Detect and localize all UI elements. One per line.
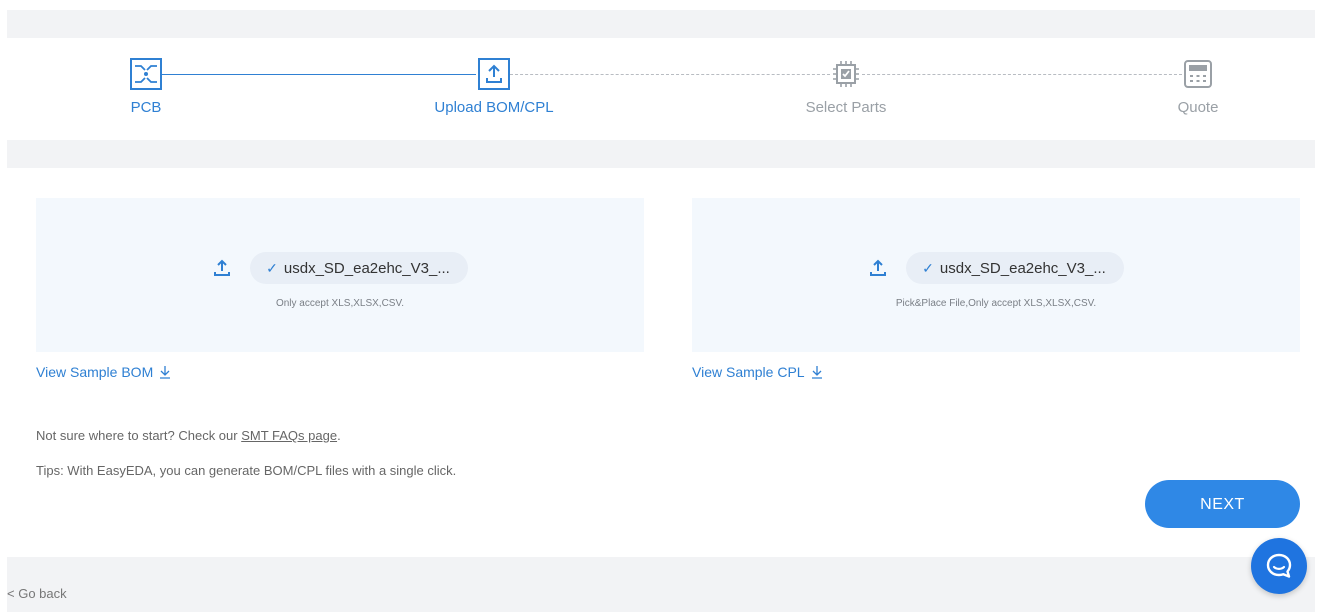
cpl-file-chip[interactable]: ✓ usdx_SD_ea2ehc_V3_... [906,252,1124,284]
order-stepper: PCB Upload BOM/CPL Select Parts Quote [7,38,1315,140]
bom-upload-area[interactable]: ✓ usdx_SD_ea2ehc_V3_... Only accept XLS,… [36,198,644,352]
step-select-parts[interactable]: Select Parts [746,38,946,116]
step-upload[interactable]: Upload BOM/CPL [394,38,594,116]
step-label: Quote [1177,99,1219,116]
bom-hint: Only accept XLS,XLSX,CSV. [275,298,405,309]
link-label: View Sample CPL [692,364,805,380]
pcb-icon [130,58,162,90]
step-quote[interactable]: Quote [1098,38,1298,116]
bom-file-name: usdx_SD_ea2ehc_V3_... [283,259,450,277]
calculator-icon [1184,60,1212,88]
view-sample-bom-link[interactable]: View Sample BOM [36,364,171,380]
mid-band [7,140,1315,168]
top-band [7,10,1315,38]
download-icon [811,366,822,379]
step-label: Upload BOM/CPL [434,99,554,116]
step-label: PCB [130,99,162,116]
upload-icon [478,58,510,90]
smt-faq-link[interactable]: SMT FAQs page [241,428,337,443]
go-back-link[interactable]: < Go back [7,586,67,601]
step-label: Select Parts [805,99,887,116]
cpl-upload-area[interactable]: ✓ usdx_SD_ea2ehc_V3_... Pick&Place File,… [692,198,1300,352]
chip-icon [833,61,859,87]
step-pcb[interactable]: PCB [46,38,246,116]
faq-text: Not sure where to start? Check our SMT F… [36,428,341,443]
view-sample-cpl-link[interactable]: View Sample CPL [692,364,823,380]
faq-suffix: . [337,428,341,443]
bom-file-chip[interactable]: ✓ usdx_SD_ea2ehc_V3_... [250,252,468,284]
upload-icon[interactable] [868,258,888,278]
cpl-file-name: usdx_SD_ea2ehc_V3_... [939,259,1106,277]
cpl-hint: Pick&Place File,Only accept XLS,XLSX,CSV… [895,298,1097,309]
next-button[interactable]: NEXT [1145,480,1300,528]
footer-band [7,557,1315,612]
tips-text: Tips: With EasyEDA, you can generate BOM… [36,463,457,478]
upload-icon[interactable] [212,258,232,278]
chat-icon [1266,553,1292,578]
download-icon [160,366,171,379]
faq-prefix: Not sure where to start? Check our [36,428,242,443]
chat-button[interactable] [1251,538,1307,594]
check-icon: ✓ [266,259,278,276]
link-label: View Sample BOM [36,364,154,380]
check-icon: ✓ [922,259,934,276]
